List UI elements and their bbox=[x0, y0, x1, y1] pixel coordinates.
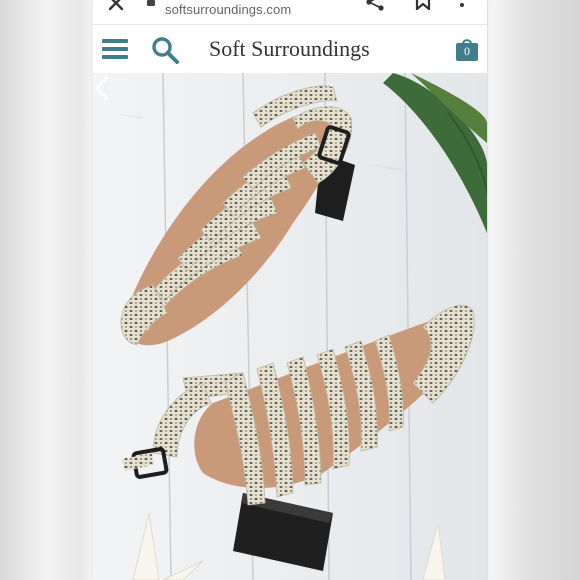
cart-count-badge: 0 bbox=[464, 44, 470, 58]
site-header: Soft Surroundings 0 bbox=[93, 25, 487, 73]
brand-logo[interactable]: Soft Surroundings bbox=[209, 36, 370, 62]
product-photo-illustration bbox=[93, 73, 487, 580]
url-text[interactable]: softsurroundings.com bbox=[165, 2, 291, 17]
phone-screen: softsurroundings.com Soft Surroundings 0 bbox=[93, 0, 487, 580]
more-vertical-icon[interactable] bbox=[459, 0, 465, 10]
chevron-left-icon[interactable] bbox=[93, 73, 111, 103]
share-icon[interactable] bbox=[365, 0, 385, 11]
close-icon[interactable] bbox=[107, 0, 125, 12]
browser-address-bar: softsurroundings.com bbox=[93, 0, 487, 25]
menu-icon[interactable] bbox=[102, 39, 128, 59]
lock-icon bbox=[147, 0, 155, 6]
bookmark-icon[interactable] bbox=[415, 0, 431, 10]
hero-product-image[interactable] bbox=[93, 73, 487, 580]
search-icon[interactable] bbox=[151, 36, 179, 64]
blurred-backdrop-right bbox=[488, 0, 580, 580]
